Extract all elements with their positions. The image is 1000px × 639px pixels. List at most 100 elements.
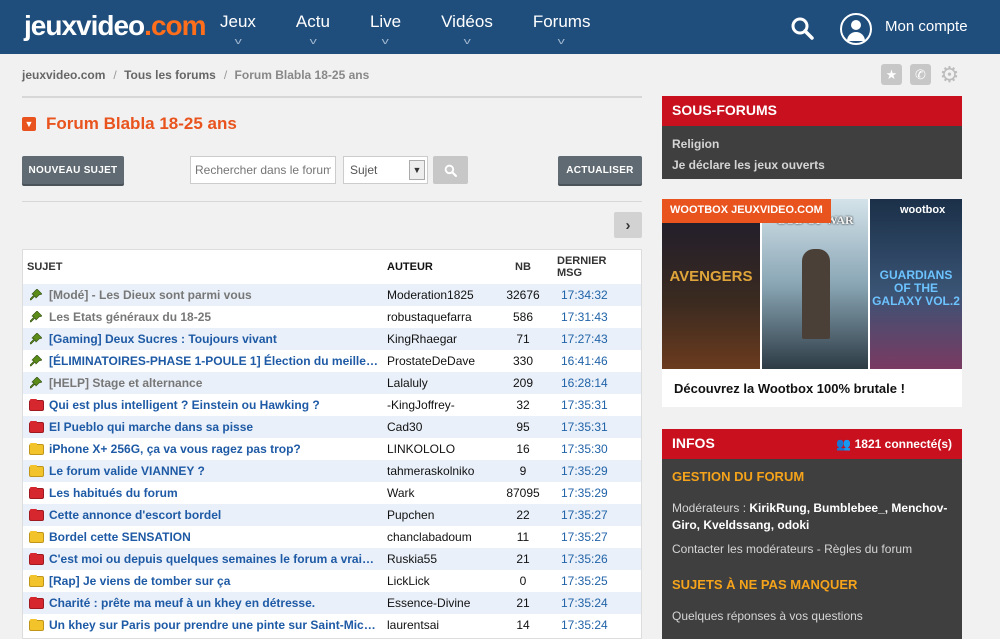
topic-author[interactable]: Cad30 [387, 420, 497, 434]
nav-item-live[interactable]: Live v [350, 0, 421, 54]
subforum-link[interactable]: Religion [672, 134, 952, 155]
topic-subject[interactable]: Un khey sur Paris pour prendre une pinte… [49, 618, 387, 632]
breadcrumb-all-forums[interactable]: Tous les forums [124, 68, 216, 82]
topic-subject[interactable]: [HELP] Stage et alternance [49, 376, 387, 390]
search-submit-button[interactable] [433, 156, 468, 184]
topic-subject[interactable]: C'est moi ou depuis quelques semaines le… [49, 552, 387, 566]
wootbox-caption[interactable]: Découvrez la Wootbox 100% brutale ! [674, 381, 905, 396]
topic-subject[interactable]: [Modé] - Les Dieux sont parmi vous [49, 288, 387, 302]
table-row[interactable]: C'est moi ou depuis quelques semaines le… [23, 548, 641, 570]
sujets-text[interactable]: Quelques réponses à vos questions [672, 608, 952, 625]
topic-last-message[interactable]: 17:35:25 [549, 574, 629, 588]
table-row[interactable]: [Rap] Je viens de tomber sur ça LickLick 0… [23, 570, 641, 592]
topic-author[interactable]: -KingJoffrey- [387, 398, 497, 412]
topic-subject[interactable]: [Gaming] Deux Sucres : Toujours vivant [49, 332, 387, 346]
topic-author[interactable]: chanclabadoum [387, 530, 497, 544]
nav-item-forums[interactable]: Forums v [513, 0, 611, 54]
topic-last-message[interactable]: 17:35:29 [549, 486, 629, 500]
table-row[interactable]: Un khey sur Paris pour prendre une pinte… [23, 614, 641, 636]
nav-label: Jeux [220, 12, 256, 31]
topic-author[interactable]: KingRhaegar [387, 332, 497, 346]
table-row[interactable]: [HELP] Stage et alternance Lalaluly 209 16:… [23, 372, 641, 394]
topic-subject[interactable]: iPhone X+ 256G, ça va vous ragez pas tro… [49, 442, 387, 456]
topic-author[interactable]: laurentsai [387, 618, 497, 632]
topic-last-message[interactable]: 17:35:24 [549, 618, 629, 632]
site-logo[interactable]: jeuxvideo.com [24, 10, 207, 42]
topic-subject[interactable]: Bordel cette SENSATION [49, 530, 387, 544]
table-row[interactable]: [Gaming] Deux Sucres : Toujours vivant Ki… [23, 328, 641, 350]
topic-subject[interactable]: [ÉLIMINATOIRES-PHASE 1-POULE 1] Élection… [49, 354, 387, 368]
account-link[interactable]: Mon compte [885, 18, 968, 35]
topic-folder-icon [23, 574, 49, 587]
nav-item-actu[interactable]: Actu v [276, 0, 350, 54]
table-row[interactable]: El Pueblo qui marche dans sa pisse Cad30 9… [23, 416, 641, 438]
table-row[interactable]: Les habitués du forum Wark 87095 17:35:29 [23, 482, 641, 504]
topic-last-message[interactable]: 17:31:43 [549, 310, 629, 324]
contact-moderators-link[interactable]: Contacter les modérateurs - Règles du fo… [672, 541, 952, 558]
forum-search-input[interactable] [190, 156, 336, 184]
notification-icon[interactable]: ✆ [910, 64, 931, 85]
topic-last-message[interactable]: 17:35:30 [549, 442, 629, 456]
refresh-button[interactable]: ACTUALISER [558, 156, 642, 184]
user-avatar-icon[interactable] [840, 13, 872, 45]
search-icon[interactable] [790, 16, 814, 40]
divider [22, 96, 642, 98]
search-scope-select[interactable]: Sujet ▼ [343, 156, 428, 184]
table-header: SUJET AUTEUR NB DERNIER MSG [23, 250, 641, 284]
topic-last-message[interactable]: 17:35:24 [549, 596, 629, 610]
top-navigation-bar: jeuxvideo.com Jeux v Actu v Live v Vidéos v Foru… [0, 0, 1000, 54]
topic-author[interactable]: Moderation1825 [387, 288, 497, 302]
topic-author[interactable]: LINKOLOLO [387, 442, 497, 456]
table-row[interactable]: Les Etats généraux du 18-25 robustaquefar… [23, 306, 641, 328]
new-topic-button[interactable]: NOUVEAU SUJET [22, 156, 124, 184]
table-row[interactable]: Cette annonce d'escort bordel Pupchen 22 17… [23, 504, 641, 526]
topic-author[interactable]: Pupchen [387, 508, 497, 522]
topic-last-message[interactable]: 17:35:31 [549, 420, 629, 434]
table-row[interactable]: [ÉLIMINATOIRES-PHASE 1-POULE 1] Élection… [23, 350, 641, 372]
topic-author[interactable]: Ruskia55 [387, 552, 497, 566]
topic-subject[interactable]: Le forum valide VIANNEY ? [49, 464, 387, 478]
table-row[interactable]: Le forum valide VIANNEY ? tahmeraskolniko… [23, 460, 641, 482]
topic-last-message[interactable]: 17:35:31 [549, 398, 629, 412]
search-scope-value: Sujet [350, 163, 378, 177]
favorite-star-icon[interactable]: ★ [881, 64, 902, 85]
topic-last-message[interactable]: 16:41:46 [549, 354, 629, 368]
topic-subject[interactable]: El Pueblo qui marche dans sa pisse [49, 420, 387, 434]
hot-topic-folder-icon [23, 486, 49, 499]
topic-author[interactable]: robustaquefarra [387, 310, 497, 324]
topic-last-message[interactable]: 16:28:14 [549, 376, 629, 390]
nav-item-vidéos[interactable]: Vidéos v [421, 0, 513, 54]
table-row[interactable]: [Modé] - Les Dieux sont parmi vous Modera… [23, 284, 641, 306]
topic-subject[interactable]: [Rap] Je viens de tomber sur ça [49, 574, 387, 588]
topic-author[interactable]: ProstateDeDave [387, 354, 497, 368]
topic-last-message[interactable]: 17:35:26 [549, 552, 629, 566]
topic-author[interactable]: LickLick [387, 574, 497, 588]
topic-subject[interactable]: Les Etats généraux du 18-25 [49, 310, 387, 324]
topic-author[interactable]: Wark [387, 486, 497, 500]
topic-author[interactable]: Lalaluly [387, 376, 497, 390]
topic-author[interactable]: tahmeraskolniko [387, 464, 497, 478]
pinned-topic-icon [23, 289, 49, 301]
settings-gear-icon[interactable]: ⚙ [939, 62, 960, 87]
topic-author[interactable]: Essence-Divine [387, 596, 497, 610]
chevron-down-icon[interactable]: ▼ [22, 117, 36, 131]
table-row[interactable]: iPhone X+ 256G, ça va vous ragez pas tro… [23, 438, 641, 460]
topic-last-message[interactable]: 17:34:32 [549, 288, 629, 302]
topic-subject[interactable]: Qui est plus intelligent ? Einstein ou H… [49, 398, 387, 412]
breadcrumb-home[interactable]: jeuxvideo.com [22, 68, 105, 82]
topic-last-message[interactable]: 17:35:29 [549, 464, 629, 478]
subforum-link[interactable]: Je déclare les jeux ouverts [672, 155, 952, 176]
table-row[interactable]: Bordel cette SENSATION chanclabadoum 11 17:… [23, 526, 641, 548]
topic-last-message[interactable]: 17:35:27 [549, 508, 629, 522]
topic-subject[interactable]: Les habitués du forum [49, 486, 387, 500]
topic-last-message[interactable]: 17:27:43 [549, 332, 629, 346]
nav-label: Actu [295, 12, 330, 31]
wootbox-ad[interactable]: WOOTBOX JEUXVIDEO.COM AVENGERS GOD OF WA… [662, 199, 962, 407]
table-row[interactable]: Charité : prête ma meuf à un khey en dét… [23, 592, 641, 614]
table-row[interactable]: Qui est plus intelligent ? Einstein ou H… [23, 394, 641, 416]
topic-subject[interactable]: Charité : prête ma meuf à un khey en dét… [49, 596, 387, 610]
next-page-button[interactable]: › [614, 212, 642, 238]
topic-subject[interactable]: Cette annonce d'escort bordel [49, 508, 387, 522]
topic-last-message[interactable]: 17:35:27 [549, 530, 629, 544]
nav-item-jeux[interactable]: Jeux v [200, 0, 276, 54]
